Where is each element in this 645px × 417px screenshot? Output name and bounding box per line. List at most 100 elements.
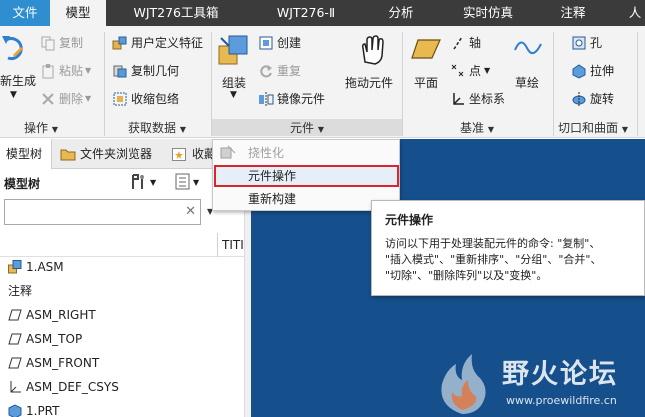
tree-item-label: ASM_RIGHT: [26, 308, 96, 322]
revolve-button[interactable]: 旋转: [571, 90, 614, 107]
tree-settings-button[interactable]: ▼: [130, 173, 156, 191]
delete-button[interactable]: 删除 ▼: [40, 90, 91, 107]
tree-view-button[interactable]: ▼: [175, 173, 199, 191]
tree-item-asm-right[interactable]: ASM_RIGHT: [0, 303, 251, 327]
group-divider: [402, 32, 403, 136]
menu-overflow[interactable]: 人: [625, 0, 645, 26]
datum-plane-large-icon[interactable]: [410, 34, 442, 64]
axis-button[interactable]: 轴: [450, 34, 481, 51]
delete-label: 删除: [59, 92, 84, 106]
column-divider: [217, 233, 218, 257]
regenerate-arrow-icon[interactable]: ▼: [10, 90, 17, 100]
copy-geometry-button[interactable]: 复制几何: [112, 62, 179, 79]
tree-item-asm-front[interactable]: ASM_FRONT: [0, 351, 251, 375]
paste-button[interactable]: 粘贴 ▼: [40, 62, 91, 79]
point-icon: [451, 64, 464, 76]
clear-search-icon[interactable]: ✕: [185, 204, 196, 219]
group-label-cut-surface[interactable]: 切口和曲面 ▼: [558, 119, 628, 136]
menu-wjt276-ii[interactable]: WJT276-Ⅱ: [258, 0, 354, 26]
flexibility-icon: [220, 145, 236, 159]
assemble-arrow-icon[interactable]: ▼: [230, 90, 237, 100]
folder-icon: [60, 149, 76, 161]
group-label-datum[interactable]: 基准 ▼: [460, 119, 494, 136]
repeat-button[interactable]: 重复: [258, 62, 301, 79]
paste-icon: [42, 63, 54, 78]
watermark-title: 野火论坛: [502, 359, 618, 390]
copy-geometry-label: 复制几何: [131, 64, 180, 78]
axis-label: 轴: [469, 36, 482, 50]
point-button[interactable]: 点 ▼: [450, 62, 490, 79]
udf-icon: [112, 36, 127, 49]
sketch-button[interactable]: 草绘: [515, 74, 539, 91]
model-tree-title: 模型树: [4, 177, 41, 191]
tab-favorites[interactable]: 收藏: [170, 139, 216, 169]
udf-button[interactable]: 用户定义特征: [112, 34, 203, 51]
tree-item-assembly[interactable]: 1.ASM: [0, 255, 251, 279]
drag-component-button[interactable]: 拖动元件: [345, 74, 393, 91]
create-label: 创建: [277, 36, 302, 50]
extrude-icon: [572, 63, 586, 79]
menu-model[interactable]: 模型: [50, 0, 106, 26]
copy-geometry-icon: [113, 65, 127, 77]
regenerate-icon[interactable]: [0, 30, 30, 68]
datum-plane-icon: [8, 309, 22, 321]
tree-item-asm-top[interactable]: ASM_TOP: [0, 327, 251, 351]
shrinkwrap-button[interactable]: 收缩包络: [112, 90, 179, 107]
extrude-button[interactable]: 拉伸: [571, 62, 614, 79]
menu-bar: 文件 模型 WJT276工具箱 WJT276-Ⅱ 分析 实时仿真 注释 人: [0, 0, 645, 26]
menu-realtime-sim[interactable]: 实时仿真: [448, 0, 528, 26]
tree-view-icon: [175, 173, 190, 190]
revolve-icon: [572, 91, 586, 106]
menu-item-label: 挠性化: [248, 146, 285, 160]
copy-button[interactable]: 复制: [40, 34, 83, 51]
tab-folder-browser[interactable]: 文件夹浏览器: [58, 139, 163, 169]
delete-x-icon: [42, 92, 54, 105]
datum-plane-icon: [8, 333, 22, 345]
assemble-button[interactable]: 组装: [222, 74, 246, 91]
tooltip-title: 元件操作: [385, 213, 434, 227]
tools-icon: [132, 174, 144, 189]
menu-item-flexibility[interactable]: 挠性化: [214, 142, 399, 164]
tree-column-header-row: TITI: [0, 233, 251, 257]
sketch-icon[interactable]: [513, 34, 543, 62]
menu-item-component-operations[interactable]: 元件操作: [214, 165, 399, 187]
mirror-component-button[interactable]: 镜像元件: [258, 90, 325, 107]
tree-item-annotations[interactable]: 注释: [0, 279, 251, 303]
menu-wjt276-toolbox[interactable]: WJT276工具箱: [117, 0, 235, 26]
csys-button[interactable]: 坐标系: [450, 90, 505, 107]
regenerate-button[interactable]: 新生成: [0, 72, 36, 89]
tree-view-arrow-icon: ▼: [193, 177, 200, 187]
tab-model-tree[interactable]: 模型树: [0, 139, 52, 169]
datum-plane-icon: [8, 357, 22, 369]
tree-item-asm-def-csys[interactable]: ASM_DEF_CSYS: [0, 375, 251, 399]
hole-button[interactable]: 孔: [571, 34, 602, 51]
mirror-icon: [259, 91, 274, 106]
point-label: 点: [469, 64, 482, 78]
tree-item-part[interactable]: 1.PRT: [0, 399, 251, 417]
axis-icon: [453, 36, 463, 49]
point-arrow-icon: ▼: [484, 66, 491, 75]
column-header-title[interactable]: TITI: [222, 238, 244, 252]
copy-icon: [41, 36, 55, 50]
menu-analysis[interactable]: 分析: [378, 0, 424, 26]
tree-item-label: ASM_DEF_CSYS: [26, 380, 119, 394]
tab-folder-browser-label: 文件夹浏览器: [80, 147, 153, 161]
plane-button[interactable]: 平面: [414, 74, 438, 91]
group-label-component[interactable]: 元件 ▼: [212, 119, 402, 136]
tooltip-line: 访问以下用于处理装配元件的命令: "复制"、: [385, 237, 601, 250]
revolve-label: 旋转: [590, 92, 615, 106]
extrude-label: 拉伸: [590, 64, 615, 78]
menu-file[interactable]: 文件: [0, 0, 50, 26]
group-label-operations[interactable]: 操作 ▼: [24, 119, 58, 136]
flame-logo-icon: [441, 354, 486, 414]
search-input[interactable]: ✕: [4, 199, 201, 225]
drag-component-icon[interactable]: [355, 32, 387, 66]
group-label-get-data[interactable]: 获取数据 ▼: [128, 119, 186, 136]
assemble-icon[interactable]: [217, 32, 251, 68]
create-button[interactable]: 创建: [258, 34, 301, 51]
repeat-icon: [260, 64, 272, 77]
create-component-icon: [259, 36, 273, 49]
menu-annotation[interactable]: 注释: [548, 0, 598, 26]
hole-icon: [572, 36, 586, 49]
tree-item-label: ASM_FRONT: [26, 356, 100, 370]
